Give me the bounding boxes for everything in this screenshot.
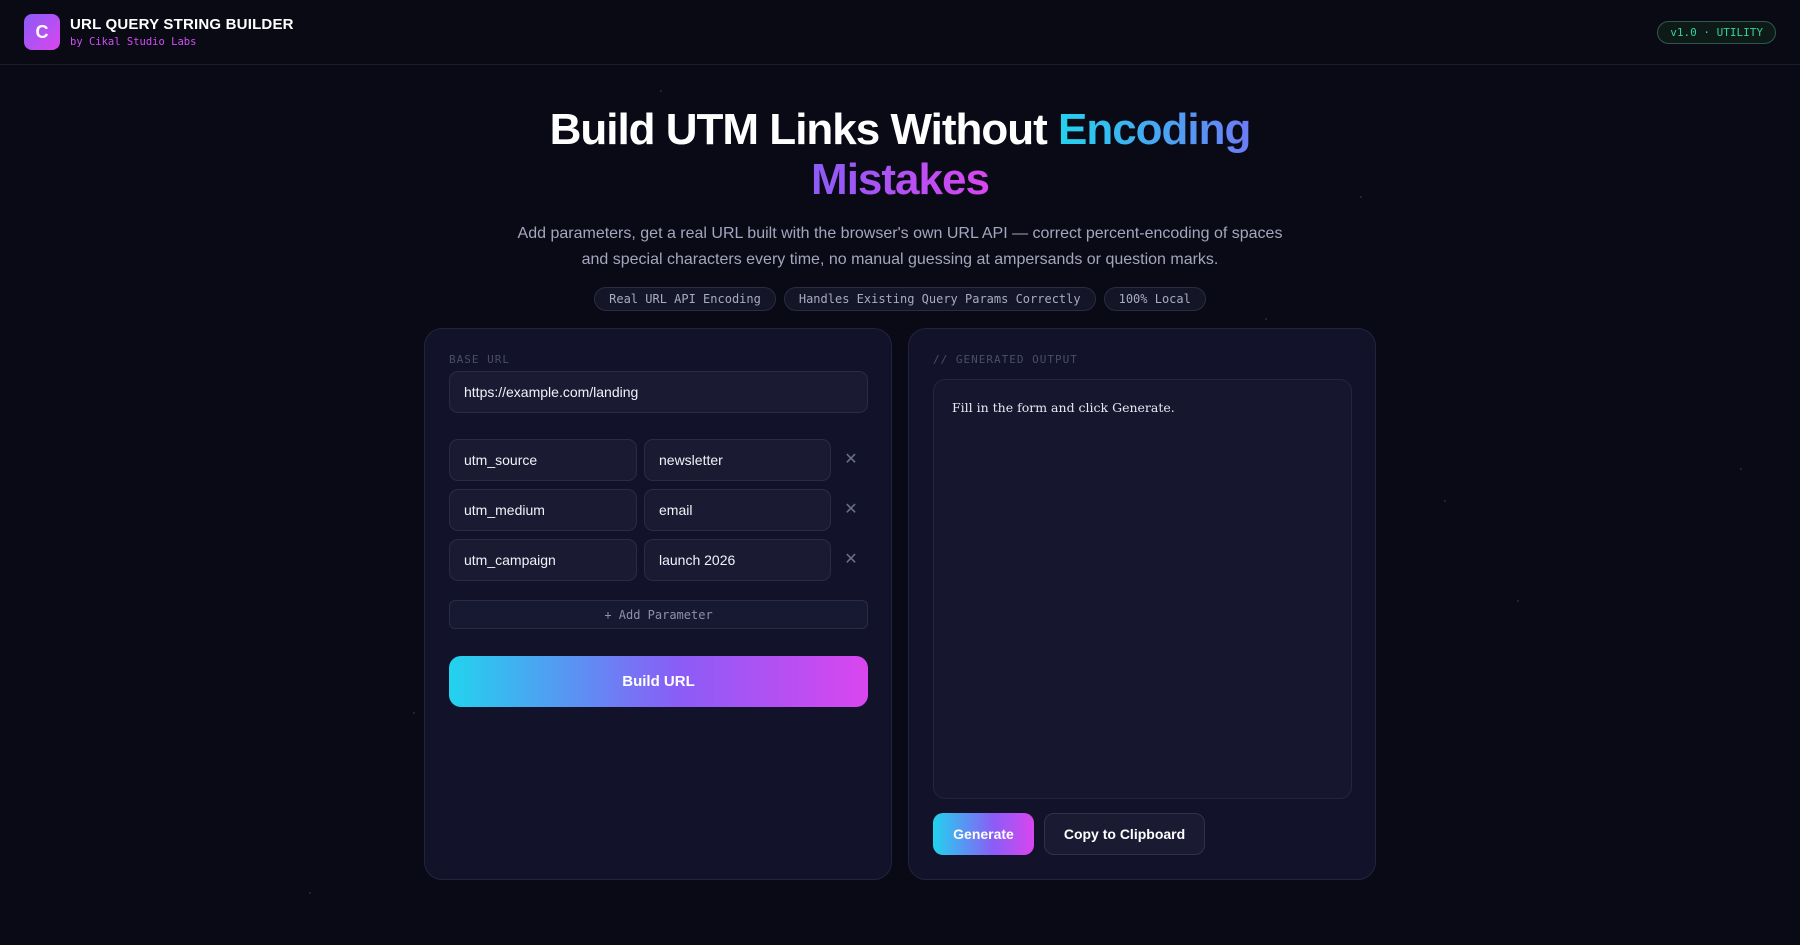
build-url-button[interactable]: Build URL: [449, 656, 868, 707]
remove-param-icon[interactable]: ✕: [843, 552, 859, 568]
hero-title-plain: Build UTM Links Without: [549, 105, 1058, 154]
background-star: [1740, 468, 1742, 470]
builder-panel: BASE URL https://example.com/landing utm…: [424, 328, 892, 880]
copy-to-clipboard-button[interactable]: Copy to Clipboard: [1044, 813, 1205, 855]
background-star: [1517, 600, 1519, 602]
param-value-input[interactable]: launch 2026: [644, 539, 831, 581]
app-subtitle: by Cikal Studio Labs: [70, 36, 197, 48]
background-star: [660, 90, 662, 92]
hero-title: Build UTM Links Without Encoding Mistake…: [540, 105, 1260, 205]
output-panel: // GENERATED OUTPUT Fill in the form and…: [908, 328, 1376, 880]
version-badge: v1.0 · UTILITY: [1657, 20, 1776, 44]
feature-chip: Handles Existing Query Params Correctly: [783, 287, 1096, 311]
app-title: URL QUERY STRING BUILDER: [70, 16, 294, 33]
remove-param-icon[interactable]: ✕: [843, 452, 859, 468]
remove-param-icon[interactable]: ✕: [843, 502, 859, 518]
background-star: [413, 712, 415, 714]
base-url-input[interactable]: https://example.com/landing: [449, 371, 868, 413]
hero-title-accent-encoding: Encoding: [1057, 105, 1251, 154]
background-star: [1444, 500, 1446, 502]
feature-chip: 100% Local: [1103, 287, 1206, 311]
param-value-input[interactable]: email: [644, 489, 831, 531]
hero-description: Add parameters, get a real URL built wit…: [517, 225, 1283, 268]
param-value-input[interactable]: newsletter: [644, 439, 831, 481]
param-key-input[interactable]: utm_source: [449, 439, 637, 481]
param-key-input[interactable]: utm_medium: [449, 489, 637, 531]
base-url-label: BASE URL: [449, 353, 510, 366]
feature-chips: Real URL API Encoding Handles Existing Q…: [0, 287, 1800, 311]
hero-title-accent-mistakes: Mistakes: [811, 155, 990, 204]
add-parameter-button[interactable]: + Add Parameter: [449, 600, 868, 629]
top-bar: C URL QUERY STRING BUILDER by Cikal Stud…: [0, 0, 1800, 65]
generate-button[interactable]: Generate: [933, 813, 1034, 855]
hero: Build UTM Links Without Encoding Mistake…: [0, 105, 1800, 311]
generated-output-area[interactable]: Fill in the form and click Generate.: [933, 379, 1352, 799]
background-star: [309, 892, 311, 894]
output-label: // GENERATED OUTPUT: [933, 353, 1078, 366]
background-star: [1265, 318, 1267, 320]
app-logo: C: [24, 14, 60, 50]
param-key-input[interactable]: utm_campaign: [449, 539, 637, 581]
brand: C URL QUERY STRING BUILDER by Cikal Stud…: [24, 14, 294, 50]
brand-text: URL QUERY STRING BUILDER by Cikal Studio…: [70, 16, 294, 48]
feature-chip: Real URL API Encoding: [594, 287, 776, 311]
